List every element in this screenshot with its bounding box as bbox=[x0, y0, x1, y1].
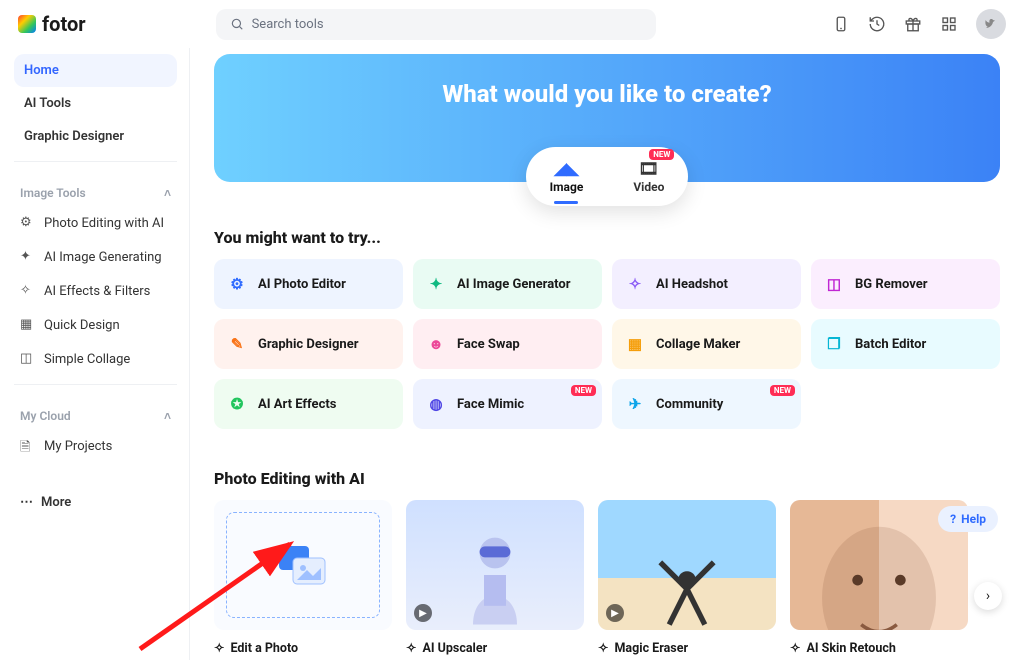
card-icon: ✪ bbox=[226, 393, 248, 415]
card-icon: ✎ bbox=[226, 333, 248, 355]
card-thumbnail: ▶ bbox=[406, 500, 584, 630]
sidebar: Home AI Tools Graphic Designer Image Too… bbox=[0, 48, 190, 660]
try-card-ai-headshot[interactable]: ✧AI Headshot bbox=[612, 259, 801, 309]
card-icon: ✧ bbox=[624, 273, 646, 295]
carousel-next-button[interactable]: › bbox=[974, 582, 1002, 610]
section-image-tools[interactable]: Image Tools ˄ bbox=[14, 170, 177, 206]
try-card-face-swap[interactable]: ☻Face Swap bbox=[413, 319, 602, 369]
sidebar-item-ai-image-generating[interactable]: ✦AI Image Generating bbox=[14, 240, 177, 274]
search-icon bbox=[230, 17, 244, 31]
search-input[interactable]: Search tools bbox=[216, 9, 656, 40]
brand-name: fotor bbox=[42, 12, 86, 36]
try-card-ai-photo-editor[interactable]: ⚙AI Photo Editor bbox=[214, 259, 403, 309]
hero-title: What would you like to create? bbox=[442, 80, 771, 108]
bird-icon bbox=[983, 16, 999, 32]
logo-icon bbox=[18, 15, 36, 33]
card-icon: ◫ bbox=[823, 273, 845, 295]
brand-logo[interactable]: fotor bbox=[18, 12, 86, 36]
tab-video[interactable]: 🎞 Video NEW bbox=[619, 155, 678, 198]
card-icon: ◍ bbox=[425, 393, 447, 415]
avatar[interactable] bbox=[976, 9, 1006, 39]
hero-banner: What would you like to create? ◢◣ Image … bbox=[214, 54, 1000, 182]
tool-icon: ⚙ bbox=[20, 215, 36, 231]
sparkle-icon: ✧ bbox=[214, 640, 224, 656]
chevron-up-icon: ˄ bbox=[164, 409, 171, 423]
card-icon: ⚙ bbox=[226, 273, 248, 295]
card-thumbnail bbox=[214, 500, 392, 630]
help-button[interactable]: ? Help bbox=[938, 506, 998, 532]
gift-icon[interactable] bbox=[904, 15, 922, 33]
edit-card-edit-a-photo[interactable]: ✧Edit a Photo bbox=[214, 500, 392, 656]
image-tab-icon: ◢◣ bbox=[554, 159, 579, 178]
try-card-graphic-designer[interactable]: ✎Graphic Designer bbox=[214, 319, 403, 369]
tool-icon: ✧ bbox=[20, 283, 36, 299]
try-card-bg-remover[interactable]: ◫BG Remover bbox=[811, 259, 1000, 309]
card-icon: ❐ bbox=[823, 333, 845, 355]
sparkle-icon: ✧ bbox=[598, 640, 608, 656]
try-card-ai-art-effects[interactable]: ✪AI Art Effects bbox=[214, 379, 403, 429]
try-card-community[interactable]: ✈CommunityNEW bbox=[612, 379, 801, 429]
sidebar-item-simple-collage[interactable]: ◫Simple Collage bbox=[14, 342, 177, 376]
edit-card-magic-eraser[interactable]: ▶✧Magic Eraser bbox=[598, 500, 776, 656]
nav-ai-tools[interactable]: AI Tools bbox=[14, 87, 177, 120]
help-icon: ? bbox=[950, 512, 956, 526]
card-icon: ✈ bbox=[624, 393, 646, 415]
chevron-up-icon: ˄ bbox=[164, 186, 171, 200]
card-icon: ▦ bbox=[624, 333, 646, 355]
file-icon: 🗎 bbox=[20, 438, 36, 454]
card-thumbnail: ▶ bbox=[598, 500, 776, 630]
mobile-icon[interactable] bbox=[832, 15, 850, 33]
editing-section-title: Photo Editing with AI bbox=[214, 469, 1000, 488]
play-icon: ▶ bbox=[414, 604, 432, 622]
history-icon[interactable] bbox=[868, 15, 886, 33]
play-icon: ▶ bbox=[606, 604, 624, 622]
card-icon: ☻ bbox=[425, 333, 447, 355]
card-icon: ✦ bbox=[425, 273, 447, 295]
media-type-tabs: ◢◣ Image 🎞 Video NEW bbox=[526, 147, 689, 206]
try-card-face-mimic[interactable]: ◍Face MimicNEW bbox=[413, 379, 602, 429]
sidebar-item-quick-design[interactable]: ▦Quick Design bbox=[14, 308, 177, 342]
sidebar-item-ai-effects-filters[interactable]: ✧AI Effects & Filters bbox=[14, 274, 177, 308]
tool-icon: ▦ bbox=[20, 317, 36, 333]
new-badge: NEW bbox=[649, 149, 674, 160]
edit-card-ai-upscaler[interactable]: ▶✧AI Upscaler bbox=[406, 500, 584, 656]
new-badge: NEW bbox=[770, 385, 795, 396]
sidebar-item-my-projects[interactable]: 🗎My Projects bbox=[14, 429, 177, 463]
search-placeholder: Search tools bbox=[252, 17, 324, 32]
try-section-title: You might want to try... bbox=[214, 228, 1000, 247]
nav-home[interactable]: Home bbox=[14, 54, 177, 87]
apps-icon[interactable] bbox=[940, 15, 958, 33]
try-card-batch-editor[interactable]: ❐Batch Editor bbox=[811, 319, 1000, 369]
tool-icon: ✦ bbox=[20, 249, 36, 265]
new-badge: NEW bbox=[571, 385, 596, 396]
tab-image[interactable]: ◢◣ Image bbox=[536, 155, 598, 198]
video-tab-icon: 🎞 bbox=[639, 159, 659, 178]
try-card-collage-maker[interactable]: ▦Collage Maker bbox=[612, 319, 801, 369]
nav-more[interactable]: ⋯ More bbox=[14, 487, 177, 518]
section-my-cloud[interactable]: My Cloud ˄ bbox=[14, 393, 177, 429]
sidebar-item-photo-editing-with-ai[interactable]: ⚙Photo Editing with AI bbox=[14, 206, 177, 240]
dots-icon: ⋯ bbox=[20, 495, 33, 510]
sparkle-icon: ✧ bbox=[406, 640, 416, 656]
nav-graphic-designer[interactable]: Graphic Designer bbox=[14, 120, 177, 153]
try-card-ai-image-generator[interactable]: ✦AI Image Generator bbox=[413, 259, 602, 309]
sparkle-icon: ✧ bbox=[790, 640, 800, 656]
tool-icon: ◫ bbox=[20, 351, 36, 367]
